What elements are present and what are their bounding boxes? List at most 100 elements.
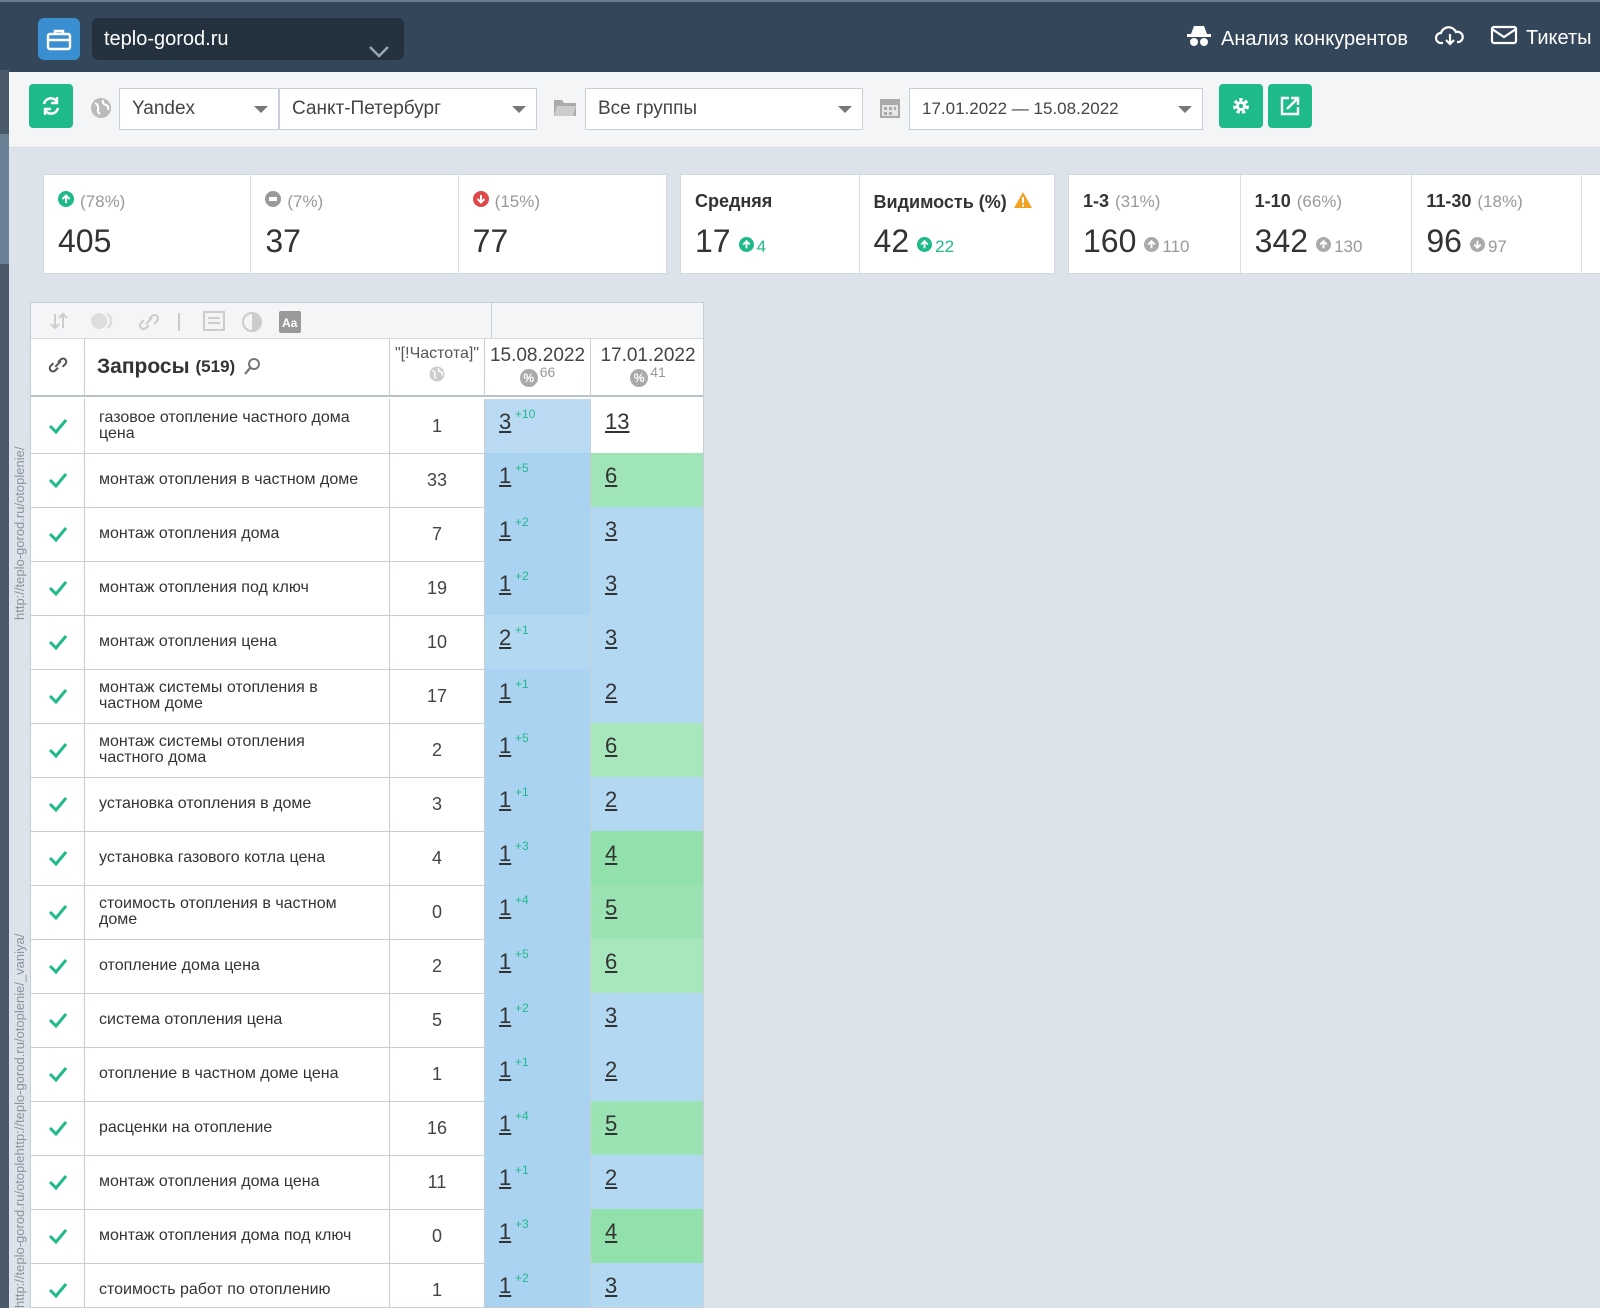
check-icon[interactable] xyxy=(31,723,85,777)
stat-average[interactable]: Средняя 17 4 xyxy=(681,175,860,273)
position-link[interactable]: 1 xyxy=(499,1273,511,1299)
check-icon[interactable] xyxy=(31,939,85,993)
check-icon[interactable] xyxy=(31,993,85,1047)
stat-top30[interactable]: 11-30 (18%) 96 97 xyxy=(1412,175,1583,273)
query-text[interactable]: установка газового котла цена xyxy=(85,831,390,885)
briefcase-icon[interactable] xyxy=(38,18,80,60)
position-link[interactable]: 5 xyxy=(605,1111,617,1137)
position-link[interactable]: 6 xyxy=(605,463,617,489)
table-row[interactable]: система отопления цена 5 1 +2 3 xyxy=(31,993,703,1048)
query-text[interactable]: монтаж системы отопления в частном доме xyxy=(85,669,390,723)
group-select[interactable]: Все группы xyxy=(585,88,863,130)
position-link[interactable]: 2 xyxy=(605,1057,617,1083)
position-link[interactable]: 2 xyxy=(499,625,511,651)
check-icon[interactable] xyxy=(31,615,85,669)
table-row[interactable]: газовое отопление частного дома цена 1 3 +1… xyxy=(31,399,703,454)
query-text[interactable]: отопление в частном доме цена xyxy=(85,1047,390,1101)
position-link[interactable]: 6 xyxy=(605,949,617,975)
table-row[interactable]: установка отопления в доме 3 1 +1 2 xyxy=(31,777,703,832)
query-text[interactable]: система отопления цена xyxy=(85,993,390,1047)
position-link[interactable]: 1 xyxy=(499,463,511,489)
check-icon[interactable] xyxy=(31,1155,85,1209)
check-icon[interactable] xyxy=(31,669,85,723)
refresh-button[interactable] xyxy=(29,84,73,128)
query-text[interactable]: монтаж отопления цена xyxy=(85,615,390,669)
cloud-sync-icon[interactable] xyxy=(1435,24,1465,48)
table-row[interactable]: расценки на отопление 16 1 +4 5 xyxy=(31,1101,703,1156)
position-link[interactable]: 1 xyxy=(499,733,511,759)
position-link[interactable]: 3 xyxy=(605,517,617,543)
query-text[interactable]: стоимость отопления в частном доме xyxy=(85,885,390,939)
query-text[interactable]: стоимость работ по отоплению xyxy=(85,1263,390,1307)
table-row[interactable]: отопление в частном доме цена 1 1 +1 2 xyxy=(31,1047,703,1102)
sort-icon[interactable] xyxy=(49,311,69,336)
check-icon[interactable] xyxy=(31,453,85,507)
position-link[interactable]: 1 xyxy=(499,895,511,921)
check-icon[interactable] xyxy=(31,1101,85,1155)
warning-icon[interactable] xyxy=(1013,191,1033,214)
query-text[interactable]: монтаж системы отопления частного дома xyxy=(85,723,390,777)
table-row[interactable]: монтаж отопления цена 10 2 +1 3 xyxy=(31,615,703,670)
position-link[interactable]: 1 xyxy=(499,1003,511,1029)
contrast-icon[interactable] xyxy=(241,311,263,338)
position-link[interactable]: 1 xyxy=(499,1165,511,1191)
check-icon[interactable] xyxy=(31,399,85,453)
check-icon[interactable] xyxy=(31,1047,85,1101)
table-row[interactable]: монтаж отопления под ключ 19 1 +2 3 xyxy=(31,561,703,616)
position-link[interactable]: 1 xyxy=(499,679,511,705)
position-link[interactable]: 1 xyxy=(499,841,511,867)
position-link[interactable]: 3 xyxy=(499,409,511,435)
table-row[interactable]: стоимость отопления в частном доме 0 1 +4 5 xyxy=(31,885,703,940)
query-text[interactable]: монтаж отопления дома под ключ xyxy=(85,1209,390,1263)
position-link[interactable]: 4 xyxy=(605,841,617,867)
position-link[interactable]: 6 xyxy=(605,733,617,759)
settings-button[interactable] xyxy=(1219,84,1263,128)
position-link[interactable]: 1 xyxy=(499,517,511,543)
table-row[interactable]: стоимость работ по отоплению 1 1 +2 3 xyxy=(31,1263,703,1307)
query-text[interactable]: монтаж отопления под ключ xyxy=(85,561,390,615)
site-select[interactable]: teplo-gorod.ru xyxy=(92,18,404,60)
query-text[interactable]: установка отопления в доме xyxy=(85,777,390,831)
link-column-header[interactable] xyxy=(31,339,85,397)
position-link[interactable]: 3 xyxy=(605,571,617,597)
link-icon[interactable] xyxy=(137,311,161,338)
position-link[interactable]: 2 xyxy=(605,787,617,813)
stat-same[interactable]: (7%) 37 xyxy=(251,175,459,273)
position-link[interactable]: 4 xyxy=(605,1219,617,1245)
query-text[interactable]: отопление дома цена xyxy=(85,939,390,993)
frequency-header[interactable]: "[!Частота]" xyxy=(390,339,485,397)
date1-header[interactable]: 15.08.2022 % 66 xyxy=(485,339,591,397)
table-row[interactable]: монтаж системы отопления частного дома 2 1… xyxy=(31,723,703,778)
region-select[interactable]: Санкт-Петербург xyxy=(279,88,537,130)
export-button[interactable] xyxy=(1268,84,1312,128)
table-row[interactable]: монтаж отопления дома под ключ 0 1 +3 4 xyxy=(31,1209,703,1264)
font-size-icon[interactable]: Aa xyxy=(279,311,301,338)
stat-up[interactable]: (78%) 405 xyxy=(44,175,252,273)
query-text[interactable]: расценки на отопление xyxy=(85,1101,390,1155)
table-row[interactable]: монтаж отопления в частном доме 33 1 +5 6 xyxy=(31,453,703,508)
position-link[interactable]: 1 xyxy=(499,949,511,975)
stat-top3[interactable]: 1-3 (31%) 160 110 xyxy=(1069,175,1241,273)
query-text[interactable]: монтаж отопления дома xyxy=(85,507,390,561)
check-icon[interactable] xyxy=(31,777,85,831)
query-text[interactable]: монтаж отопления в частном доме xyxy=(85,453,390,507)
stat-top10[interactable]: 1-10 (66%) 342 130 xyxy=(1241,175,1413,273)
queries-header[interactable]: Запросы (519) xyxy=(85,339,390,397)
position-link[interactable]: 5 xyxy=(605,895,617,921)
tickets-link[interactable]: Тикеты xyxy=(1490,24,1591,52)
position-link[interactable]: 3 xyxy=(605,625,617,651)
date2-header[interactable]: 17.01.2022 % 41 xyxy=(591,339,703,397)
check-icon[interactable] xyxy=(31,1263,85,1307)
position-link[interactable]: 2 xyxy=(605,1165,617,1191)
position-link[interactable]: 1 xyxy=(499,1111,511,1137)
check-icon[interactable] xyxy=(31,561,85,615)
stat-down[interactable]: (15%) 77 xyxy=(459,175,666,273)
check-icon[interactable] xyxy=(31,885,85,939)
query-text[interactable]: газовое отопление частного дома цена xyxy=(85,399,390,453)
check-icon[interactable] xyxy=(31,507,85,561)
query-text[interactable]: монтаж отопления дома цена xyxy=(85,1155,390,1209)
check-icon[interactable] xyxy=(31,1209,85,1263)
column-icon[interactable] xyxy=(203,311,225,336)
toggle-icon[interactable] xyxy=(89,311,119,336)
table-row[interactable]: монтаж отопления дома цена 11 1 +1 2 xyxy=(31,1155,703,1210)
